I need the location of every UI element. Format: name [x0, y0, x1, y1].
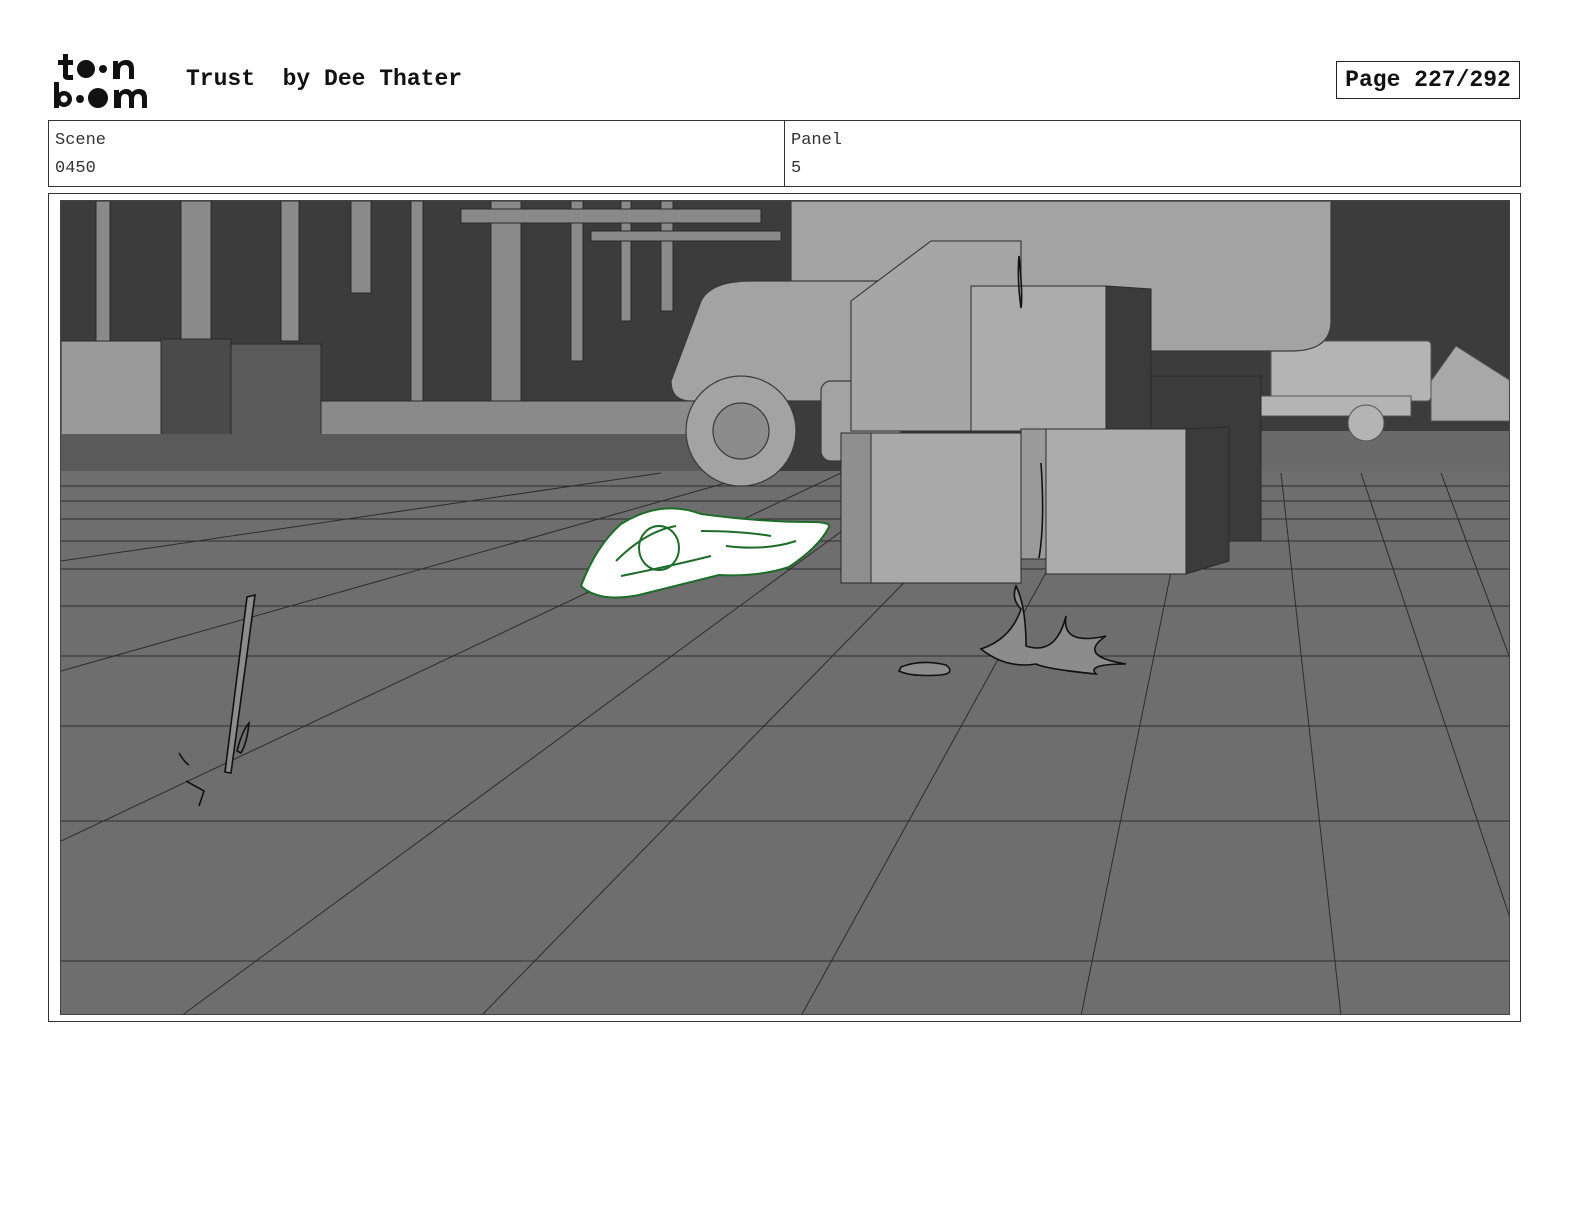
document-title: Trust by Dee Thater: [186, 66, 463, 92]
scene-cell: Scene 0450: [49, 121, 784, 186]
toon-boom-logo: [54, 54, 147, 108]
storyboard-panel-image: [60, 200, 1510, 1015]
scene-value: 0450: [55, 159, 96, 178]
scene-panel-info: Scene 0450 Panel 5: [48, 120, 1521, 187]
scene-label: Scene: [55, 131, 107, 150]
panel-value: 5: [791, 159, 802, 178]
page-number: Page 227/292: [1336, 61, 1520, 99]
panel-label: Panel: [791, 131, 843, 150]
panel-cell: Panel 5: [784, 121, 1520, 186]
